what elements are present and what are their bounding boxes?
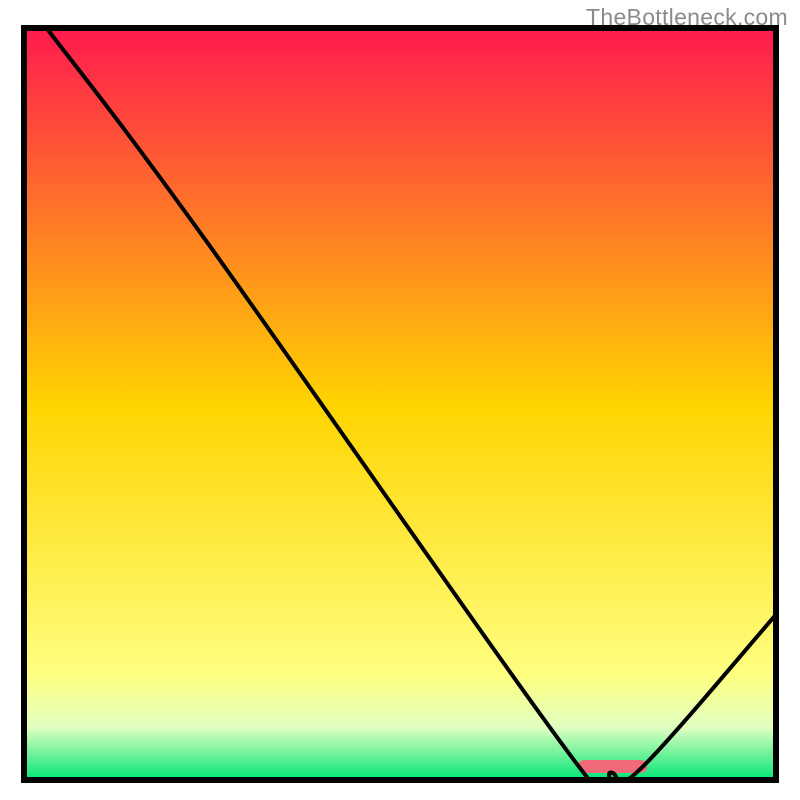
gradient-background [24, 28, 776, 780]
watermark-label: TheBottleneck.com [586, 4, 788, 31]
bottleneck-chart [0, 0, 800, 800]
